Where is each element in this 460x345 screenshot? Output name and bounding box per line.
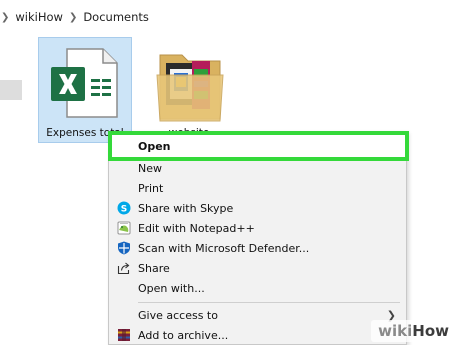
- breadcrumb-item-documents[interactable]: Documents: [83, 10, 149, 24]
- context-menu-share-with-skype[interactable]: S Share with Skype: [109, 198, 406, 218]
- nav-selected-item[interactable]: [0, 80, 22, 100]
- file-item-website[interactable]: website: [142, 37, 236, 143]
- chevron-right-icon: ❯: [1, 11, 10, 23]
- defender-shield-icon: [117, 241, 131, 255]
- context-menu-edit-with-notepad[interactable]: Edit with Notepad++: [109, 218, 406, 238]
- menu-item-label: Print: [138, 181, 164, 195]
- menu-item-label: Share with Skype: [138, 201, 234, 215]
- navigation-pane: [0, 34, 22, 345]
- menu-divider: [138, 302, 400, 303]
- context-menu-scan-with-defender[interactable]: Scan with Microsoft Defender...: [109, 238, 406, 258]
- context-menu-open[interactable]: Open: [108, 131, 409, 161]
- wikihow-watermark: wikiHow: [371, 320, 456, 342]
- breadcrumb-item-wikihow[interactable]: wikiHow: [15, 10, 63, 24]
- address-bar[interactable]: ❯ wikiHow ❯ Documents: [0, 0, 460, 35]
- menu-item-label: Scan with Microsoft Defender...: [138, 241, 310, 255]
- share-icon: [117, 261, 131, 275]
- menu-item-label: Open: [138, 139, 171, 153]
- menu-item-label: Share: [138, 261, 170, 275]
- menu-item-label: Give access to: [138, 308, 218, 322]
- winrar-archive-icon: [117, 328, 131, 342]
- excel-file-icon: [51, 48, 118, 118]
- folder-icon: [156, 54, 224, 122]
- svg-text:S: S: [121, 205, 127, 215]
- menu-item-label: Add to archive...: [138, 328, 229, 342]
- context-menu-give-access-to[interactable]: Give access to ❯: [109, 305, 406, 325]
- watermark-suffix: How: [412, 322, 449, 340]
- menu-item-label: Edit with Notepad++: [138, 221, 255, 235]
- context-menu-print[interactable]: Print: [109, 178, 406, 198]
- context-menu-new[interactable]: New: [109, 158, 406, 178]
- context-menu-share[interactable]: Share: [109, 258, 406, 278]
- menu-item-label: New: [138, 161, 162, 175]
- context-menu-add-to-archive[interactable]: Add to archive...: [109, 325, 406, 345]
- file-item-expenses-total[interactable]: Expenses total: [38, 37, 132, 143]
- watermark-prefix: wiki: [378, 322, 413, 340]
- context-menu: Open New Print S Share with Skype Edit w…: [108, 131, 409, 345]
- notepad-plus-plus-icon: [117, 221, 131, 235]
- chevron-right-icon: ❯: [68, 11, 78, 23]
- menu-item-label: Open with...: [138, 281, 205, 295]
- context-menu-open-with[interactable]: Open with...: [109, 278, 406, 298]
- skype-icon: S: [117, 201, 131, 215]
